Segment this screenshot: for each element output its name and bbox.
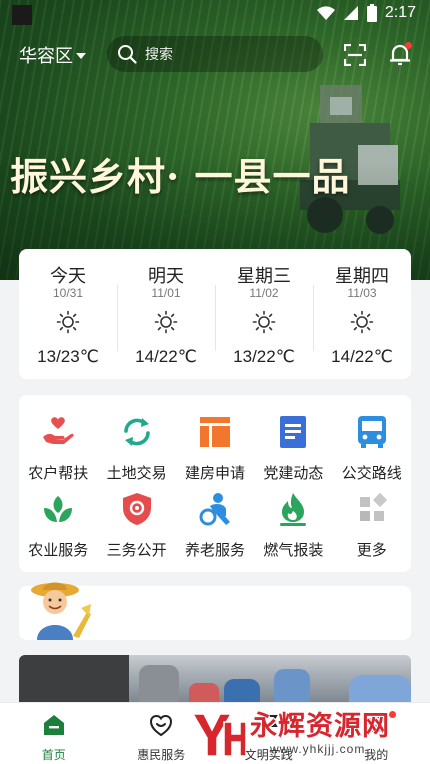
status-bar: 2:17 [0, 0, 430, 30]
nav-label: 首页 [41, 748, 66, 762]
smile-heart-icon [150, 714, 173, 737]
service-label: 农户帮扶 [28, 465, 89, 482]
nav-label: 我的 [364, 748, 389, 762]
wifi-icon [316, 6, 335, 20]
service-farmer-aid[interactable]: 农户帮扶 [19, 415, 97, 483]
weather-date: 10/31 [52, 286, 84, 300]
service-label: 养老服务 [184, 542, 245, 559]
service-public-affairs[interactable]: 三务公开 [97, 492, 175, 560]
nav-label: 惠民服务 [137, 748, 186, 762]
weather-temp: 13/23℃ [37, 347, 99, 366]
bus-icon [357, 416, 386, 448]
weather-date: 11/03 [347, 286, 377, 300]
services-grid: 农户帮扶 土地交易 建房申请 党建动态 公交路线 农业服务 三务公开 养老服务 … [19, 395, 411, 572]
nav-label: 文明实践 [244, 748, 293, 762]
nav-home[interactable]: 首页 [0, 703, 108, 764]
search-icon [118, 45, 137, 64]
sun-icon [350, 310, 374, 334]
status-icons: 2:17 [316, 4, 416, 22]
service-label: 燃气报装 [263, 542, 324, 559]
top-bar: 华容区 [0, 36, 430, 74]
sun-icon [154, 310, 178, 334]
services-row: 农户帮扶 土地交易 建房申请 党建动态 公交路线 [19, 415, 411, 483]
service-label: 更多 [356, 542, 387, 559]
weather-date: 11/01 [151, 286, 181, 300]
service-land-trade[interactable]: 土地交易 [97, 415, 175, 483]
service-more[interactable]: 更多 [333, 492, 411, 560]
sprout-icon [44, 496, 73, 522]
nav-civilization-practice[interactable]: 文明实践 [215, 703, 323, 764]
district-label: 华容区 [19, 46, 73, 66]
service-building-application[interactable]: 建房申请 [176, 415, 254, 483]
weather-day: 今天 10/31 13/23℃ [19, 249, 117, 379]
sun-icon [252, 310, 276, 334]
exchange-icon [123, 418, 150, 446]
document-icon [280, 416, 307, 448]
service-label: 农业服务 [28, 542, 89, 559]
elder-care-icon [199, 493, 230, 526]
shield-icon [122, 493, 151, 525]
service-label: 土地交易 [106, 465, 167, 482]
weather-day: 明天 11/01 14/22℃ [117, 249, 215, 379]
notification-badge [405, 42, 412, 49]
scan-icon[interactable] [344, 44, 366, 66]
caret-down-icon [76, 53, 86, 59]
farmer-mascot-icon [31, 582, 91, 640]
district-selector[interactable]: 华容区 [19, 42, 86, 68]
weather-card: 今天 10/31 13/23℃ 明天 11/01 14/22℃ 星期三 11/0… [19, 249, 411, 379]
service-bus-route[interactable]: 公交路线 [333, 415, 411, 483]
bottom-nav: 首页 惠民服务 文明实践 我的 [0, 702, 430, 764]
search-input[interactable] [145, 46, 295, 62]
sun-icon [56, 310, 80, 334]
weather-day-name: 星期四 [335, 266, 389, 286]
more-grid-icon [359, 492, 387, 521]
status-time: 2:17 [384, 4, 416, 21]
weather-temp: 14/22℃ [331, 347, 393, 366]
notification-button[interactable] [389, 42, 412, 66]
search-bar[interactable] [107, 36, 323, 72]
nav-profile[interactable]: 我的 [323, 703, 430, 764]
service-elderly-care[interactable]: 养老服务 [176, 492, 254, 560]
weather-day-name: 今天 [50, 266, 86, 286]
weather-day: 星期三 11/02 13/22℃ [215, 249, 313, 379]
profile-badge [389, 711, 397, 718]
flag-icon [260, 715, 278, 735]
home-icon [43, 715, 64, 735]
service-label: 建房申请 [184, 465, 245, 482]
signal-icon [343, 6, 358, 20]
service-agriculture[interactable]: 农业服务 [19, 492, 97, 560]
hero-slogan: 振兴乡村· 一县一品 [10, 154, 351, 199]
notification-app-icon [12, 5, 32, 25]
weather-day-name: 星期三 [237, 266, 291, 286]
service-label: 公交路线 [341, 465, 402, 482]
weather-day: 星期四 11/03 14/22℃ [313, 249, 411, 379]
announcement-card[interactable] [19, 582, 411, 640]
service-party-news[interactable]: 党建动态 [254, 415, 332, 483]
service-label: 三务公开 [106, 542, 167, 559]
weather-temp: 14/22℃ [135, 347, 197, 366]
service-gas-installation[interactable]: 燃气报装 [254, 492, 332, 560]
user-icon [366, 715, 387, 736]
nav-services[interactable]: 惠民服务 [108, 703, 216, 764]
heart-hand-icon [43, 417, 74, 444]
weather-temp: 13/22℃ [233, 347, 295, 366]
weather-day-name: 明天 [148, 266, 184, 286]
service-label: 党建动态 [263, 465, 324, 482]
flame-icon [280, 493, 307, 526]
services-row: 农业服务 三务公开 养老服务 燃气报装 更多 [19, 492, 411, 560]
battery-icon [366, 4, 377, 22]
weather-date: 11/02 [249, 286, 279, 300]
app-screen: 振兴乡村· 一县一品 2:17 华容区 搜索 今天 10/31 13/23℃ 明… [0, 0, 430, 764]
building-icon [199, 417, 230, 447]
